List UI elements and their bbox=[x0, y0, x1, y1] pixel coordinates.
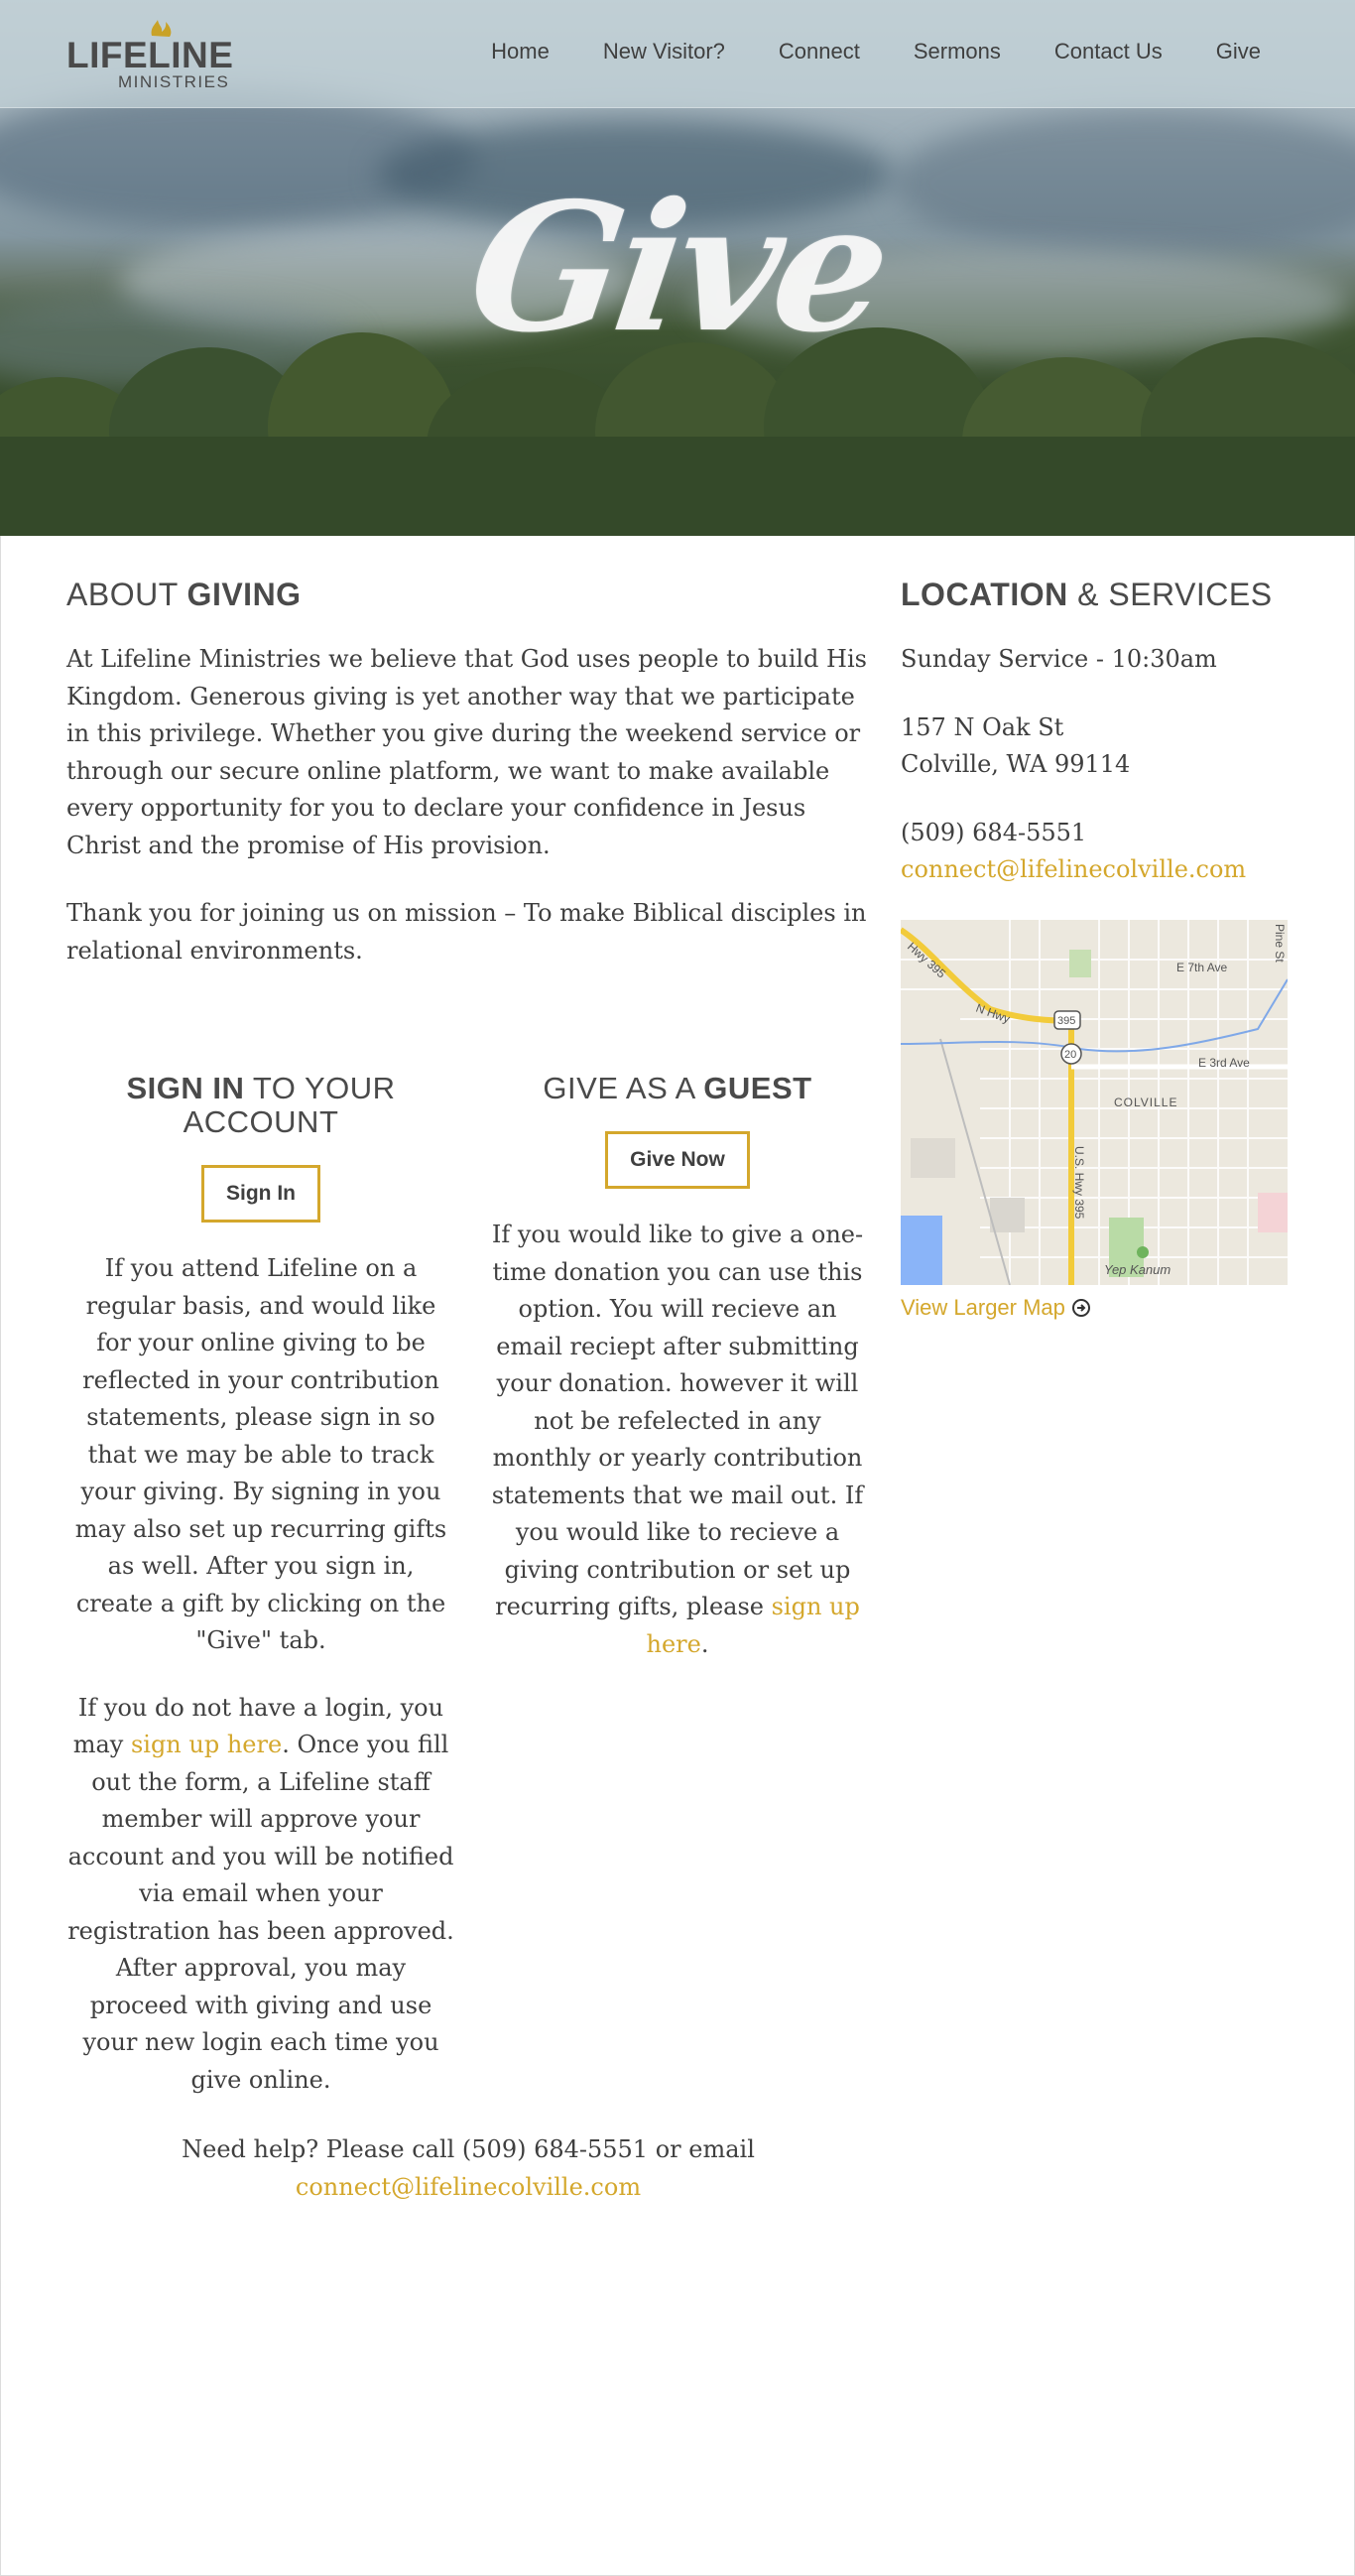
signup-paragraph: If you do not have a login, you may sign… bbox=[66, 1690, 455, 2100]
email-link[interactable]: connect@lifelinecolville.com bbox=[901, 855, 1246, 883]
heading-light: ABOUT bbox=[66, 577, 179, 612]
sign-in-button[interactable]: Sign In bbox=[201, 1165, 320, 1223]
nav-sermons[interactable]: Sermons bbox=[914, 38, 1001, 65]
larger-map-label: View Larger Map bbox=[901, 1295, 1065, 1320]
view-larger-map-link[interactable]: View Larger Map bbox=[901, 1295, 1091, 1321]
nav-new-visitor[interactable]: New Visitor? bbox=[603, 38, 725, 65]
logo-subtext: MINISTRIES bbox=[118, 72, 230, 91]
about-giving-section: ABOUT GIVING At Lifeline Ministries we b… bbox=[66, 576, 870, 969]
nav-menu: Home New Visitor? Connect Sermons Contac… bbox=[491, 38, 1261, 65]
heading-bold: GIVING bbox=[186, 577, 302, 612]
location-sidebar: LOCATION & SERVICES Sunday Service - 10:… bbox=[901, 576, 1297, 1320]
map-graphic: 395 20 Hwy 395 N Hwy E 7th Ave E 3rd Ave… bbox=[901, 920, 1288, 1285]
map-shield-20: 20 bbox=[1064, 1049, 1076, 1061]
phone-number: (509) 684-5551 bbox=[901, 818, 1087, 846]
about-giving-heading: ABOUT GIVING bbox=[66, 576, 870, 613]
sign-in-section: SIGN IN TO YOUR ACCOUNT Sign In If you a… bbox=[66, 1072, 455, 2099]
help-email-link[interactable]: connect@lifelinecolville.com bbox=[296, 2173, 641, 2201]
sign-in-heading: SIGN IN TO YOUR ACCOUNT bbox=[66, 1072, 455, 1139]
arrow-circle-right-icon bbox=[1071, 1299, 1090, 1317]
guest-paragraph: If you would like to give a one-time don… bbox=[484, 1217, 871, 1663]
map-label-yep-kanum: Yep Kanum bbox=[1104, 1262, 1170, 1277]
map-label-colville: COLVILLE bbox=[1114, 1095, 1177, 1109]
hero-title: Give bbox=[458, 164, 897, 371]
heading-bold: LOCATION bbox=[901, 577, 1068, 612]
map-label-pine: Pine St bbox=[1273, 924, 1287, 963]
map-label-e3rd: E 3rd Ave bbox=[1198, 1056, 1250, 1070]
guest-heading: GIVE AS A GUEST bbox=[484, 1072, 871, 1105]
give-now-button[interactable]: Give Now bbox=[605, 1131, 750, 1189]
map-label-us-hwy: U.S. Hwy 395 bbox=[1072, 1146, 1086, 1220]
top-navigation: LIFELINE MINISTRIES Home New Visitor? Co… bbox=[0, 0, 1355, 108]
logo[interactable]: LIFELINE MINISTRIES bbox=[66, 16, 233, 91]
location-map[interactable]: 395 20 Hwy 395 N Hwy E 7th Ave E 3rd Ave… bbox=[901, 920, 1288, 1285]
about-paragraph-1: At Lifeline Ministries we believe that G… bbox=[66, 645, 867, 859]
text: If you would like to give a one-time don… bbox=[491, 1221, 864, 1620]
address: 157 N Oak St Colville, WA 99114 bbox=[901, 709, 1297, 784]
address-line-1: 157 N Oak St bbox=[901, 712, 1064, 741]
service-time: Sunday Service - 10:30am bbox=[901, 645, 1217, 673]
help-text: Need help? Please call (509) 684-5551 or… bbox=[182, 2135, 755, 2163]
give-as-guest-section: GIVE AS A GUEST Give Now If you would li… bbox=[484, 1072, 871, 1663]
heading-bold: GUEST bbox=[703, 1071, 812, 1105]
heading-light: & SERVICES bbox=[1077, 577, 1273, 612]
sign-in-paragraph: If you attend Lifeline on a regular basi… bbox=[74, 1254, 447, 1654]
nav-connect[interactable]: Connect bbox=[779, 38, 860, 65]
nav-home[interactable]: Home bbox=[491, 38, 550, 65]
map-shield-395: 395 bbox=[1057, 1015, 1075, 1027]
heading-light: GIVE AS A bbox=[543, 1071, 695, 1105]
text: . Once you fill out the form, a Lifeline… bbox=[67, 1731, 454, 2094]
heading-bold: SIGN IN bbox=[126, 1071, 245, 1105]
treeline bbox=[0, 437, 1355, 536]
need-help-section: Need help? Please call (509) 684-5551 or… bbox=[66, 2131, 870, 2206]
location-heading: LOCATION & SERVICES bbox=[901, 576, 1297, 613]
contact-block: (509) 684-5551 connect@lifelinecolville.… bbox=[901, 815, 1297, 889]
text: . bbox=[700, 1629, 709, 1658]
map-label-e7th: E 7th Ave bbox=[1176, 961, 1227, 974]
address-line-2: Colville, WA 99114 bbox=[901, 750, 1131, 778]
nav-contact-us[interactable]: Contact Us bbox=[1054, 38, 1163, 65]
about-paragraph-2: Thank you for joining us on mission – To… bbox=[66, 899, 867, 965]
logo-wordmark: LIFELINE bbox=[66, 35, 234, 75]
nav-give[interactable]: Give bbox=[1216, 38, 1261, 65]
hero-banner: Give LIFELINE MINISTRIES Home New Visito… bbox=[0, 0, 1355, 536]
sign-up-link[interactable]: sign up here bbox=[131, 1731, 282, 1758]
